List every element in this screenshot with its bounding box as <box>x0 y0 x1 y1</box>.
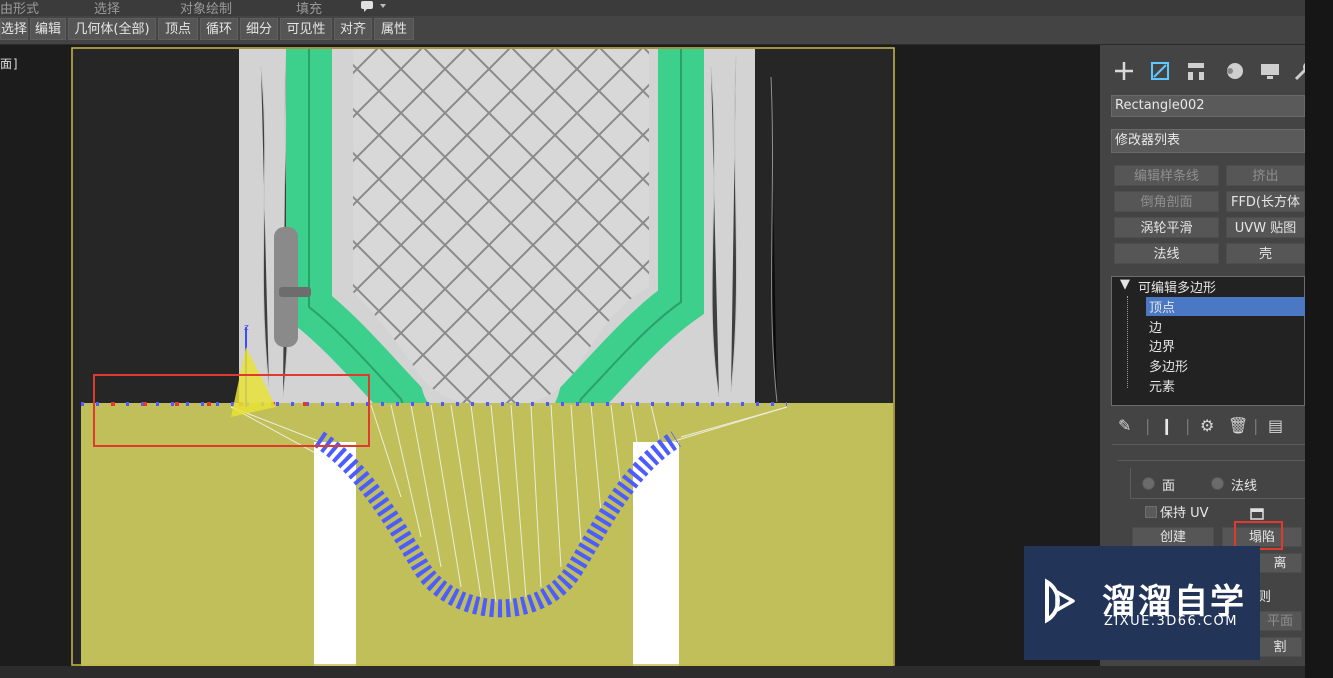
viewport-scene[interactable]: z <box>71 47 895 670</box>
preserve-uv-checkbox[interactable] <box>1145 506 1157 518</box>
toolbar-select-button[interactable]: 选择 <box>0 18 28 40</box>
toolbar-properties-button[interactable]: 属性 <box>374 18 414 40</box>
ribbon-tab-freeform[interactable]: 由形式 <box>0 0 39 17</box>
panel-divider <box>1112 444 1305 445</box>
status-bar <box>0 666 1305 678</box>
door-handle-lever <box>279 287 311 297</box>
modifier-edit-spline-button[interactable]: 编辑样条线 <box>1114 165 1219 186</box>
modifier-list-dropdown[interactable]: 修改器列表 <box>1111 129 1305 153</box>
modifier-extrude-button[interactable]: 挤出 <box>1226 165 1305 186</box>
separator-icon: | <box>1145 416 1151 435</box>
hierarchy-icon[interactable] <box>1184 59 1208 83</box>
radio-normal-label: 法线 <box>1231 479 1258 494</box>
toolbar-loop-button[interactable]: 循环 <box>200 18 238 40</box>
configure-modifier-sets-icon[interactable]: ▤ <box>1268 416 1283 435</box>
watermark-url: ZIXUE.3D66.COM <box>1104 614 1238 629</box>
show-end-result-icon[interactable]: ❙ <box>1160 416 1173 435</box>
utilities-wrench-icon[interactable] <box>1292 59 1305 83</box>
radio-normal[interactable] <box>1211 477 1224 490</box>
stack-item-polygon[interactable]: 多边形 <box>1149 356 1188 375</box>
stack-root-editable-poly[interactable]: 可编辑多边形 <box>1138 277 1216 296</box>
modifier-ffd-box-button[interactable]: FFD(长方体 <box>1226 191 1305 212</box>
speech-bubble-dropdown-icon[interactable] <box>360 0 388 17</box>
pin-stack-icon[interactable]: ✎ <box>1118 416 1131 435</box>
stack-expand-arrow-icon[interactable]: ▼ <box>1120 277 1130 292</box>
stack-item-edge[interactable]: 边 <box>1149 317 1162 336</box>
ribbon-tab-populate[interactable]: 填充 <box>296 0 322 17</box>
right-edge-strip <box>1305 0 1333 678</box>
radio-face-label: 面 <box>1162 479 1176 494</box>
svg-text:z: z <box>244 323 249 333</box>
modifier-shell-button[interactable]: 壳 <box>1226 243 1305 264</box>
radio-face[interactable] <box>1142 477 1155 490</box>
right-column <box>633 442 679 666</box>
modifier-normal-button[interactable]: 法线 <box>1114 243 1219 264</box>
toolbar-subdivide-button[interactable]: 细分 <box>240 18 278 40</box>
rollout-divider <box>1118 460 1305 461</box>
toolbar-visibility-button[interactable]: 可见性 <box>280 18 332 40</box>
remove-modifier-icon[interactable]: 🗑 <box>1228 416 1248 435</box>
display-icon[interactable] <box>1258 59 1282 83</box>
motion-icon[interactable] <box>1222 59 1246 83</box>
play-logo-icon <box>1037 576 1087 630</box>
viewport-label[interactable]: 面] <box>0 55 19 72</box>
create-button[interactable]: 创建 <box>1132 527 1214 547</box>
object-name-field[interactable]: Rectangle002 <box>1111 95 1305 117</box>
toolbar-edit-button[interactable]: 编辑 <box>30 18 66 40</box>
make-unique-icon[interactable]: ⚙ <box>1200 416 1214 435</box>
subobject-toolbar: 选择 编辑 几何体(全部) 顶点 循环 细分 可见性 对齐 属性 <box>0 16 1305 45</box>
modifier-bevel-profile-button[interactable]: 倒角剖面 <box>1114 191 1219 212</box>
watermark-logo: 溜溜自学 ZIXUE.3D66.COM <box>1024 546 1260 660</box>
separator-icon: | <box>1253 416 1259 435</box>
stack-tree-line <box>1127 296 1129 388</box>
stack-item-element[interactable]: 元素 <box>1149 376 1175 395</box>
modifier-uvw-map-button[interactable]: UVW 贴图 <box>1226 217 1305 238</box>
toolbar-vertex-button[interactable]: 顶点 <box>158 18 198 40</box>
preserve-uv-label: 保持 UV <box>1160 506 1209 521</box>
ribbon-tab-selection[interactable]: 选择 <box>94 0 120 17</box>
ribbon-tab-object-paint[interactable]: 对象绘制 <box>180 0 232 17</box>
create-plus-icon[interactable] <box>1112 59 1136 83</box>
preserve-uv-settings-icon[interactable] <box>1250 505 1264 520</box>
separator-icon: | <box>1185 416 1191 435</box>
toolbar-align-button[interactable]: 对齐 <box>334 18 372 40</box>
modifier-turbosmooth-button[interactable]: 涡轮平滑 <box>1114 217 1219 238</box>
modify-icon[interactable] <box>1148 59 1172 83</box>
toolbar-geometry-all-button[interactable]: 几何体(全部) <box>68 18 156 40</box>
stack-item-border[interactable]: 边界 <box>1149 336 1175 355</box>
stack-item-vertex[interactable]: 顶点 <box>1149 297 1175 316</box>
ribbon-tabs: 由形式 选择 对象绘制 填充 <box>0 0 1305 17</box>
